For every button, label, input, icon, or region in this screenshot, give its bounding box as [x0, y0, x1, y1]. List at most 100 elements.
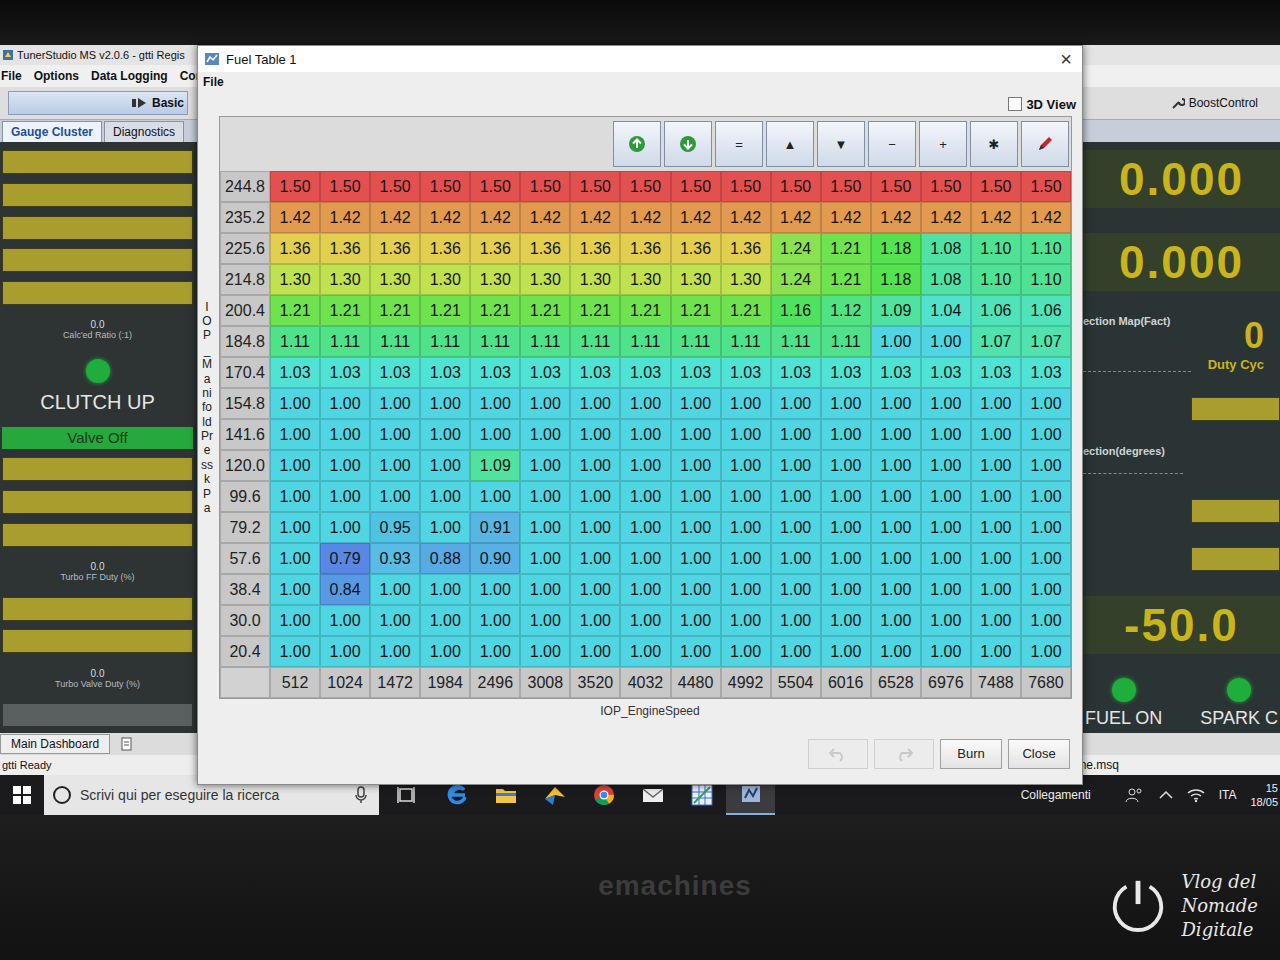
table-cell[interactable]: 1.00 [320, 605, 370, 636]
table-cell[interactable]: 1.00 [620, 419, 670, 450]
table-cell[interactable]: 1.12 [821, 295, 871, 326]
table-cell[interactable]: 1.07 [1021, 326, 1071, 357]
table-cell[interactable]: 1.00 [871, 388, 921, 419]
table-cell[interactable]: 1.00 [721, 636, 771, 667]
table-cell[interactable]: 1.04 [921, 295, 971, 326]
table-cell[interactable]: 1.00 [871, 605, 921, 636]
table-cell[interactable]: 1.00 [270, 574, 320, 605]
table-cell[interactable]: 1.00 [1021, 481, 1071, 512]
table-cell[interactable]: 1.36 [570, 233, 620, 264]
table-cell[interactable]: 0.91 [470, 512, 520, 543]
table-cell[interactable]: 1.00 [671, 605, 721, 636]
table-cell[interactable]: 1.36 [620, 233, 670, 264]
table-cell[interactable]: 1.09 [871, 295, 921, 326]
dashboard-tab[interactable]: Main Dashboard [0, 734, 110, 754]
table-cell[interactable]: 1.21 [320, 295, 370, 326]
table-cell[interactable]: 1.00 [520, 450, 570, 481]
menu-item[interactable]: Data Logging [91, 69, 168, 83]
table-cell[interactable]: 1.50 [971, 171, 1021, 202]
table-cell[interactable]: 1.18 [871, 233, 921, 264]
table-cell[interactable]: 1.08 [921, 233, 971, 264]
table-cell[interactable]: 1.36 [270, 233, 320, 264]
table-cell[interactable]: 1.00 [871, 636, 921, 667]
table-cell[interactable]: 1.06 [1021, 295, 1071, 326]
table-cell[interactable]: 1.00 [320, 388, 370, 419]
table-cell[interactable]: 1.00 [671, 419, 721, 450]
language-indicator[interactable]: ITA [1219, 788, 1237, 802]
table-cell[interactable]: 1.11 [370, 326, 420, 357]
table-cell[interactable]: 1.50 [871, 171, 921, 202]
menu-item[interactable]: File [1, 69, 22, 83]
table-cell[interactable]: 1.00 [921, 326, 971, 357]
table-cell[interactable]: 1.00 [320, 636, 370, 667]
table-cell[interactable]: 1.07 [971, 326, 1021, 357]
table-cell[interactable]: 1.10 [1021, 264, 1071, 295]
table-cell[interactable]: 1.03 [671, 357, 721, 388]
table-cell[interactable]: 1.00 [771, 512, 821, 543]
table-cell[interactable]: 1.50 [470, 171, 520, 202]
table-cell[interactable]: 1.00 [420, 512, 470, 543]
table-cell[interactable]: 1.00 [871, 543, 921, 574]
checkbox[interactable] [1008, 97, 1022, 111]
table-cell[interactable]: 1.00 [771, 636, 821, 667]
table-cell[interactable]: 1.36 [520, 233, 570, 264]
table-cell[interactable]: 1.00 [570, 574, 620, 605]
table-cell[interactable]: 1.00 [921, 388, 971, 419]
table-cell[interactable]: 1.00 [671, 574, 721, 605]
table-cell[interactable]: 1.42 [671, 202, 721, 233]
table-cell[interactable]: 1.36 [320, 233, 370, 264]
table-cell[interactable]: 1.00 [520, 419, 570, 450]
table-cell[interactable]: 0.79 [320, 543, 370, 574]
table-cell[interactable]: 1.00 [971, 481, 1021, 512]
table-cell[interactable]: 1.42 [620, 202, 670, 233]
table-cell[interactable]: 1.00 [270, 388, 320, 419]
table-cell[interactable]: 1.36 [470, 233, 520, 264]
table-cell[interactable]: 1.00 [470, 636, 520, 667]
table-cell[interactable]: 1.00 [971, 636, 1021, 667]
table-cell[interactable]: 1.00 [971, 605, 1021, 636]
tab[interactable]: Gauge Cluster [2, 121, 102, 142]
table-cell[interactable]: 1.03 [270, 357, 320, 388]
table-cell[interactable]: 1.21 [671, 295, 721, 326]
tool-button[interactable] [613, 121, 661, 167]
table-cell[interactable]: 1.30 [320, 264, 370, 295]
windows-icon[interactable] [12, 785, 32, 805]
table-cell[interactable]: 1.08 [921, 264, 971, 295]
table-cell[interactable]: 1.00 [370, 636, 420, 667]
table-cell[interactable]: 1.00 [1021, 512, 1071, 543]
table-cell[interactable]: 1.00 [871, 481, 921, 512]
table-cell[interactable]: 1.03 [921, 357, 971, 388]
dialog-button[interactable]: Burn [940, 739, 1002, 769]
dialog-button[interactable]: Close [1008, 739, 1070, 769]
table-cell[interactable]: 1.00 [420, 636, 470, 667]
table-cell[interactable]: 1.00 [370, 450, 420, 481]
table-cell[interactable]: 1.16 [771, 295, 821, 326]
table-cell[interactable]: 1.11 [771, 326, 821, 357]
tool-button[interactable]: ✱ [970, 121, 1018, 167]
table-cell[interactable]: 1.11 [520, 326, 570, 357]
table-cell[interactable]: 1.42 [821, 202, 871, 233]
table-cell[interactable]: 1.00 [721, 481, 771, 512]
table-cell[interactable]: 1.42 [1021, 202, 1071, 233]
table-cell[interactable]: 1.00 [570, 605, 620, 636]
table-cell[interactable]: 1.42 [721, 202, 771, 233]
table-cell[interactable]: 1.00 [721, 388, 771, 419]
table-cell[interactable]: 1.00 [1021, 543, 1071, 574]
table-cell[interactable]: 1.00 [971, 512, 1021, 543]
table-cell[interactable]: 1.00 [771, 419, 821, 450]
table-cell[interactable]: 1.50 [671, 171, 721, 202]
table-cell[interactable]: 1.21 [370, 295, 420, 326]
table-cell[interactable]: 1.30 [470, 264, 520, 295]
table-cell[interactable]: 1.03 [520, 357, 570, 388]
table-cell[interactable]: 1.50 [771, 171, 821, 202]
table-cell[interactable]: 1.00 [671, 636, 721, 667]
table-cell[interactable]: 1.42 [871, 202, 921, 233]
table-cell[interactable]: 1.00 [821, 605, 871, 636]
table-cell[interactable]: 1.00 [871, 512, 921, 543]
table-cell[interactable]: 1.42 [470, 202, 520, 233]
tool-button[interactable]: = [715, 121, 763, 167]
table-cell[interactable]: 1.30 [420, 264, 470, 295]
tool-button[interactable]: ▼ [817, 121, 865, 167]
table-cell[interactable]: 1.00 [320, 419, 370, 450]
table-cell[interactable]: 1.00 [671, 512, 721, 543]
